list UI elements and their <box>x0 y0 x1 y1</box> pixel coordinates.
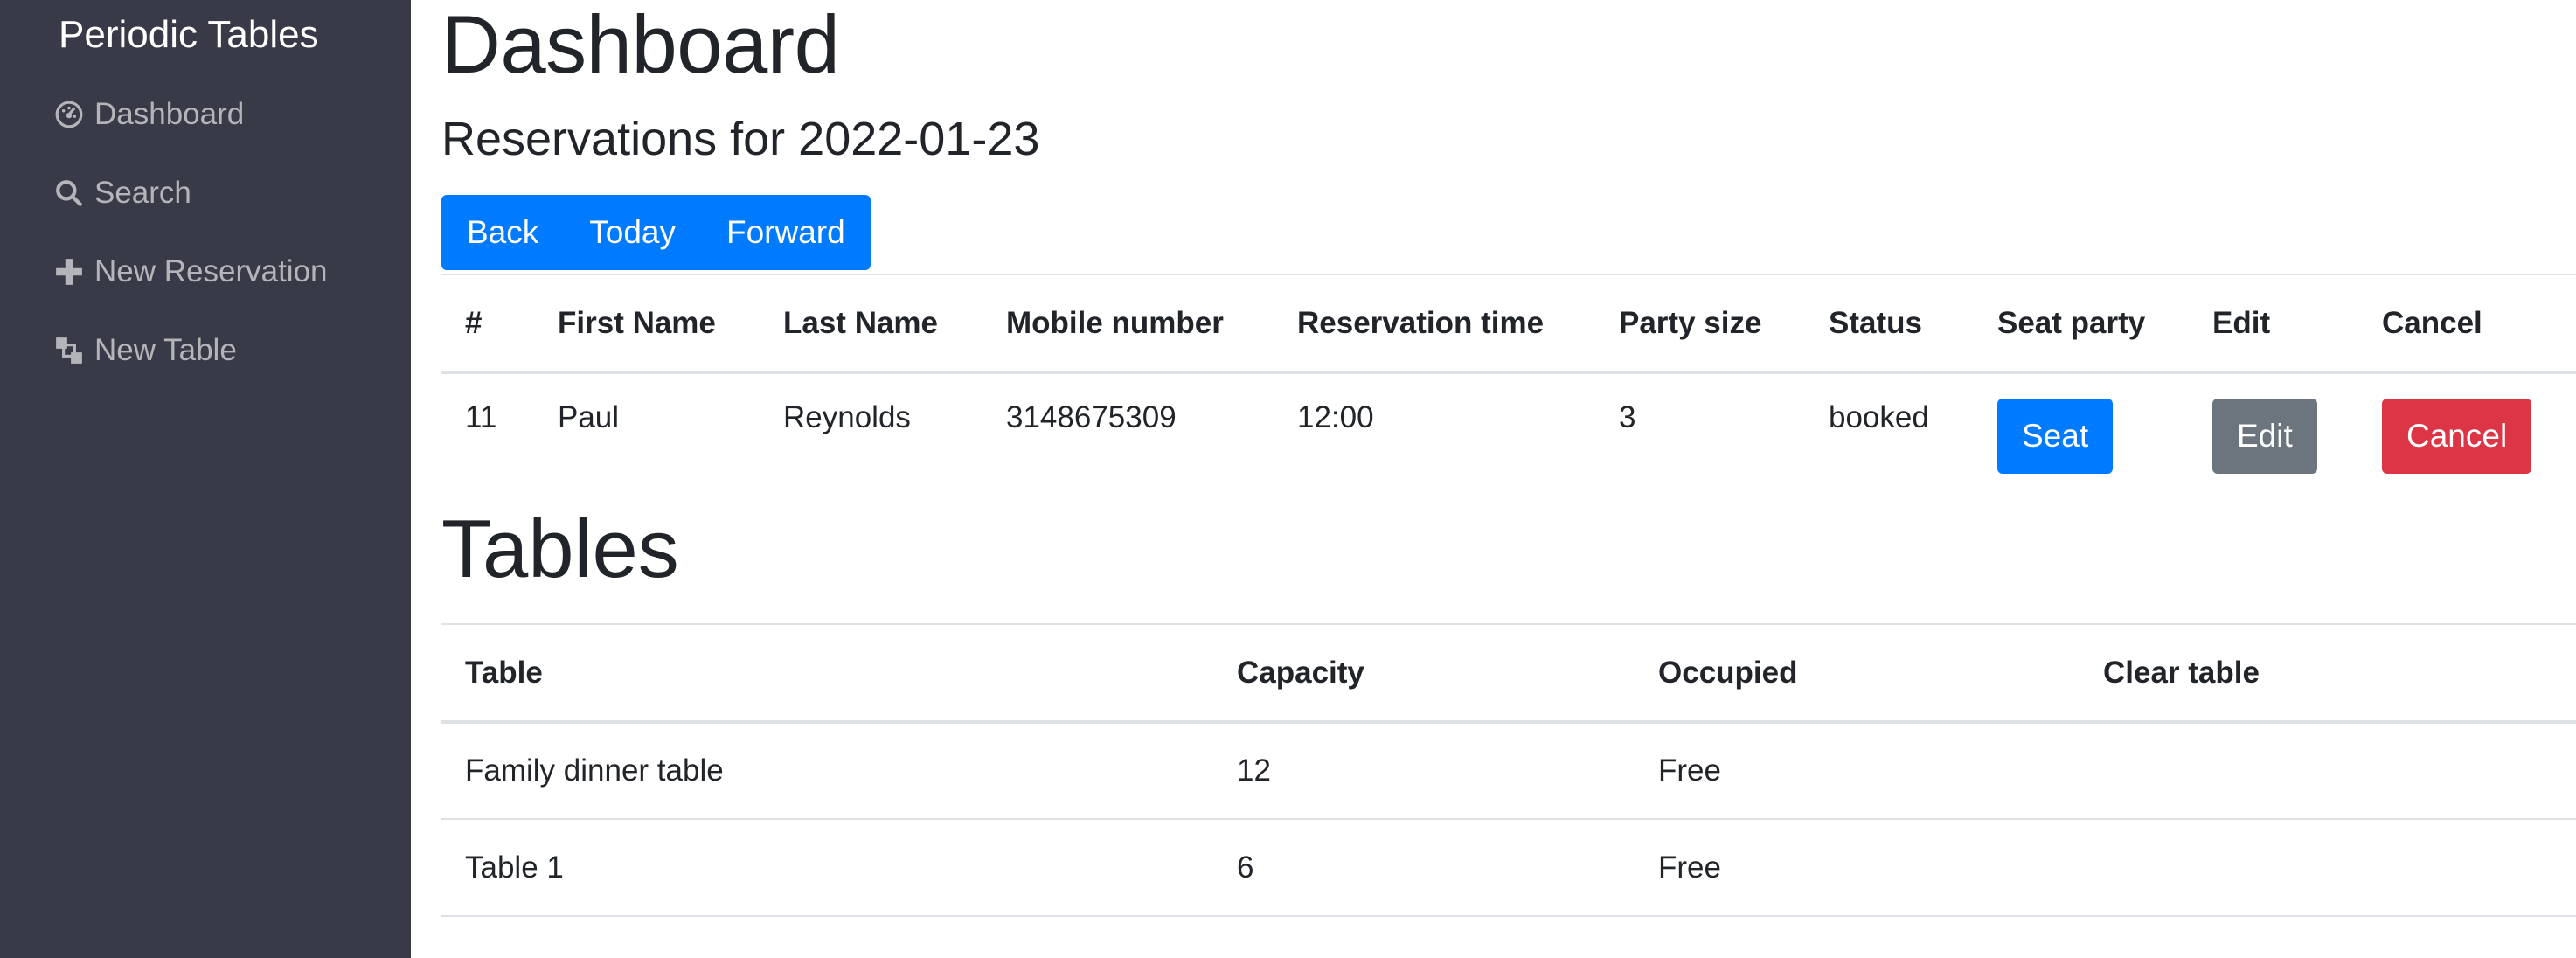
column-header: # <box>441 274 534 374</box>
table-name: Family dinner table <box>441 722 1213 820</box>
tables-table: Table Capacity Occupied Clear table Fami… <box>441 623 2576 917</box>
date-nav-button-group: Back Today Forward <box>441 195 871 270</box>
column-header: Cancel <box>2358 274 2576 374</box>
column-header: Clear table <box>2080 623 2576 724</box>
tables-heading: Tables <box>441 503 679 594</box>
column-header: Party size <box>1595 274 1805 374</box>
sidebar-item-label: Dashboard <box>94 97 245 131</box>
table-occupied-status: Free <box>1635 819 2080 917</box>
column-header: Occupied <box>1635 623 2080 724</box>
reservations-date-heading: Reservations for 2022-01-23 <box>441 113 1040 165</box>
column-header: Capacity <box>1213 623 1635 724</box>
mobile-number: 3148675309 <box>1006 400 1177 434</box>
cancel-button[interactable]: Cancel <box>2382 399 2532 474</box>
app: Periodic Tables Dashboard Search New Res… <box>0 0 2576 958</box>
sidebar-item-label: Search <box>94 176 191 210</box>
table-occupied-status: Free <box>1635 722 2080 820</box>
column-header: Last Name <box>760 274 982 374</box>
sidebar-item-label: New Reservation <box>94 254 328 288</box>
page-title: Dashboard <box>441 0 840 90</box>
table-name: Table 1 <box>441 819 1213 917</box>
sidebar-item-dashboard[interactable]: Dashboard <box>52 75 411 154</box>
table-header-row: Table Capacity Occupied Clear table <box>441 623 2576 724</box>
column-header: Edit <box>2189 274 2358 374</box>
table-icon <box>52 334 86 367</box>
table-capacity: 6 <box>1213 819 1635 917</box>
clear-table-cell <box>2080 819 2576 917</box>
status-text: booked <box>1829 400 1929 434</box>
dashboard-icon <box>52 98 86 131</box>
column-header: Reservation time <box>1274 274 1595 374</box>
table-header-row: # First Name Last Name Mobile number Res… <box>441 274 2576 374</box>
column-header: Table <box>441 623 1213 724</box>
table-row: Table 1 6 Free <box>441 819 2576 917</box>
clear-table-cell <box>2080 722 2576 820</box>
table-row: 11 Paul Reynolds 3148675309 12:00 3 book… <box>441 372 2576 475</box>
back-button[interactable]: Back <box>441 195 564 270</box>
app-brand[interactable]: Periodic Tables <box>59 10 411 59</box>
table-row: Family dinner table 12 Free <box>441 722 2576 820</box>
cancel-cell: Cancel <box>2358 372 2576 475</box>
last-name: Reynolds <box>783 400 911 434</box>
column-header: Mobile number <box>982 274 1274 374</box>
forward-button[interactable]: Forward <box>701 195 871 270</box>
sidebar-item-new-table[interactable]: New Table <box>52 311 411 390</box>
column-header: First Name <box>534 274 760 374</box>
table-capacity: 12 <box>1213 722 1635 820</box>
seat-button[interactable]: Seat <box>1997 399 2114 474</box>
today-button[interactable]: Today <box>564 195 701 270</box>
first-name: Paul <box>558 400 620 434</box>
sidebar: Periodic Tables Dashboard Search New Res… <box>0 0 411 958</box>
edit-button[interactable]: Edit <box>2212 399 2317 474</box>
column-header: Seat party <box>1974 274 2189 374</box>
search-icon <box>52 177 86 210</box>
reservation-id: 11 <box>465 400 497 434</box>
plus-icon <box>52 255 86 288</box>
main-content: Dashboard Reservations for 2022-01-23 Ba… <box>411 0 2576 958</box>
column-header: Status <box>1805 274 1974 374</box>
reservation-time: 12:00 <box>1297 400 1374 434</box>
edit-cell: Edit <box>2189 372 2358 475</box>
sidebar-item-label: New Table <box>94 333 237 367</box>
sidebar-item-new-reservation[interactable]: New Reservation <box>52 233 411 311</box>
seat-cell: Seat <box>1974 372 2189 475</box>
party-size: 3 <box>1619 400 1636 434</box>
reservations-table: # First Name Last Name Mobile number Res… <box>441 274 2576 475</box>
sidebar-item-search[interactable]: Search <box>52 154 411 233</box>
